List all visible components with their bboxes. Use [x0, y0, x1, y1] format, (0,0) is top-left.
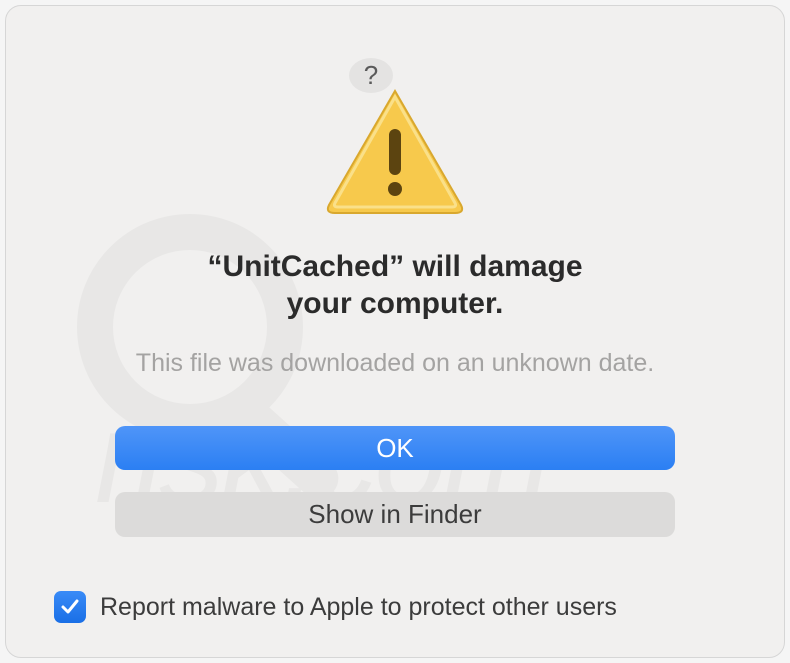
report-malware-row: Report malware to Apple to protect other…: [54, 591, 617, 623]
report-malware-checkbox[interactable]: [54, 591, 86, 623]
alert-dialog: risk.com ? “UnitCached” will damage your…: [5, 5, 785, 658]
ok-button-label: OK: [376, 433, 414, 464]
ok-button[interactable]: OK: [115, 426, 675, 471]
checkmark-icon: [59, 596, 81, 618]
show-in-finder-button[interactable]: Show in Finder: [115, 492, 675, 537]
dialog-title: “UnitCached” will damage your computer.: [207, 248, 582, 323]
report-malware-label: Report malware to Apple to protect other…: [100, 593, 617, 622]
dialog-subtitle: This file was downloaded on an unknown d…: [136, 349, 654, 378]
dialog-title-line1: “UnitCached” will damage: [207, 248, 582, 286]
dialog-title-line2: your computer.: [207, 285, 582, 323]
show-in-finder-label: Show in Finder: [308, 499, 481, 530]
warning-icon: [325, 87, 465, 220]
